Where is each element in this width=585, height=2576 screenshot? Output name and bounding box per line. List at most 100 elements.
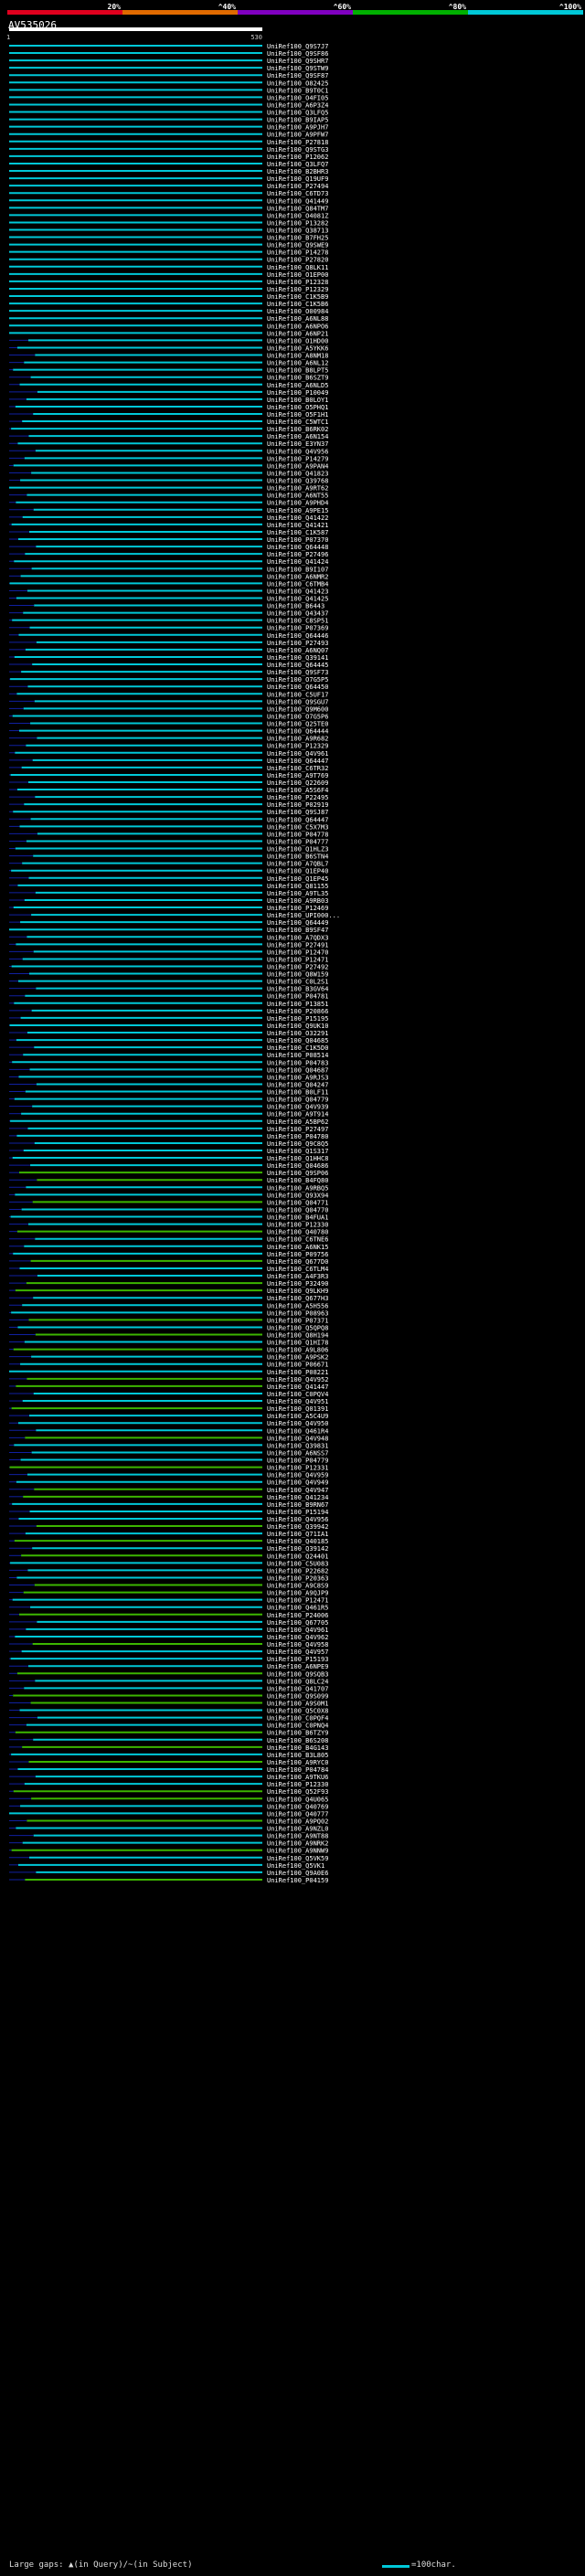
hit-label[interactable]: UniRef100_P04777	[267, 838, 328, 845]
hit-label[interactable]: UniRef100_Q4V947	[267, 1487, 328, 1494]
hit-label[interactable]: UniRef100_Q71IA1	[267, 1531, 328, 1538]
hit-label[interactable]: UniRef100_A6NPO6	[267, 323, 328, 330]
hit-label[interactable]: UniRef100_P27820	[267, 257, 328, 264]
hit-label[interactable]: UniRef100_Q40185	[267, 1538, 328, 1545]
hit-label[interactable]: UniRef100_P27818	[267, 139, 328, 146]
hit-label[interactable]: UniRef100_A9RT62	[267, 485, 328, 493]
hit-label[interactable]: UniRef100_A6NSS7	[267, 1449, 328, 1457]
hit-label[interactable]: UniRef100_C5U083	[267, 1560, 328, 1567]
hit-label[interactable]: UniRef100_A4F3R3	[267, 1273, 328, 1280]
hit-label[interactable]: UniRef100_O32291	[267, 1030, 328, 1037]
hit-label[interactable]: UniRef100_A9NRK2	[267, 1840, 328, 1848]
hit-label[interactable]: UniRef100_A9RJS3	[267, 1074, 328, 1081]
hit-label[interactable]: UniRef100_Q04686	[267, 1162, 328, 1170]
hit-label[interactable]: UniRef100_Q01391	[267, 1405, 328, 1413]
hit-label[interactable]: UniRef100_P32490	[267, 1280, 328, 1288]
hit-label[interactable]: UniRef100_P24006	[267, 1612, 328, 1619]
hit-label[interactable]: UniRef100_Q93X94	[267, 1192, 328, 1199]
hit-label[interactable]: UniRef100_A9T914	[267, 1111, 328, 1118]
hit-label[interactable]: UniRef100_B2BHR3	[267, 168, 328, 175]
hit-label[interactable]: UniRef100_P07369	[267, 625, 328, 632]
hit-label[interactable]: UniRef100_P04779	[267, 1458, 328, 1465]
hit-label[interactable]: UniRef100_C8SP51	[267, 618, 328, 625]
hit-label[interactable]: UniRef100_B3L805	[267, 1752, 328, 1759]
hit-label[interactable]: UniRef100_Q52F93	[267, 1788, 328, 1796]
hit-label[interactable]: UniRef100_Q677H3	[267, 1295, 328, 1302]
hit-label[interactable]: UniRef100_P27494	[267, 183, 328, 190]
hit-label[interactable]: UniRef100_Q9A0E6	[267, 1870, 328, 1877]
hit-label[interactable]: UniRef100_Q67705	[267, 1619, 328, 1627]
hit-label[interactable]: UniRef100_Q1EP40	[267, 868, 328, 875]
hit-label[interactable]: UniRef100_Q81155	[267, 883, 328, 890]
hit-label[interactable]: UniRef100_Q24401	[267, 1553, 328, 1560]
hit-label[interactable]: UniRef100_Q4V959	[267, 1472, 328, 1479]
hit-label[interactable]: UniRef100_P12330	[267, 1222, 328, 1229]
hit-label[interactable]: UniRef100_Q04247	[267, 1081, 328, 1088]
hit-label[interactable]: UniRef100_P04778	[267, 831, 328, 838]
hit-label[interactable]: UniRef100_Q1EP45	[267, 875, 328, 883]
hit-label[interactable]: UniRef100_A8NM18	[267, 353, 328, 360]
hit-label[interactable]: UniRef100_Q04779	[267, 1097, 328, 1104]
hit-label[interactable]: UniRef100_P12329	[267, 286, 328, 293]
hit-label[interactable]: UniRef100_C0PNQ4	[267, 1723, 328, 1730]
hit-label[interactable]: UniRef100_A9S0M1	[267, 1701, 328, 1708]
hit-label[interactable]: UniRef100_Q5VK1	[267, 1862, 324, 1870]
hit-label[interactable]: UniRef100_C1K5B6	[267, 301, 328, 308]
hit-label[interactable]: UniRef100_Q19UF9	[267, 175, 328, 183]
hit-label[interactable]: UniRef100_A9RYC0	[267, 1759, 328, 1766]
hit-label[interactable]: UniRef100_Q41234	[267, 1494, 328, 1501]
hit-label[interactable]: UniRef100_P12469	[267, 905, 328, 912]
hit-label[interactable]: UniRef100_A9TKU6	[267, 1774, 328, 1781]
hit-label[interactable]: UniRef100_Q3LFQ5	[267, 110, 328, 117]
hit-label[interactable]: UniRef100_O7G5P5	[267, 676, 328, 684]
hit-label[interactable]: UniRef100_Q04770	[267, 1206, 328, 1214]
hit-label[interactable]: UniRef100_Q4V956	[267, 448, 328, 455]
hit-label[interactable]: UniRef100_C6TMB4	[267, 580, 328, 588]
hit-label[interactable]: UniRef100_Q8LC24	[267, 1678, 328, 1685]
hit-label[interactable]: UniRef100_Q64446	[267, 632, 328, 640]
hit-label[interactable]: UniRef100_P13851	[267, 1001, 328, 1008]
hit-label[interactable]: UniRef100_P12062	[267, 154, 328, 161]
hit-label[interactable]: UniRef100_A6NLD5	[267, 382, 328, 389]
hit-label[interactable]: UniRef100_Q9SGU7	[267, 698, 328, 705]
hit-label[interactable]: UniRef100_P12329	[267, 743, 328, 750]
hit-label[interactable]: UniRef100_A9PAN4	[267, 462, 328, 470]
hit-label[interactable]: UniRef100_B6STN4	[267, 853, 328, 861]
hit-label[interactable]: UniRef100_Q39942	[267, 1523, 328, 1531]
hit-label[interactable]: UniRef100_Q8H194	[267, 1332, 328, 1340]
hit-label[interactable]: UniRef100_C6TLM4	[267, 1266, 328, 1273]
hit-label[interactable]: UniRef100_P04783	[267, 1059, 328, 1066]
hit-label[interactable]: UniRef100_Q38713	[267, 228, 328, 235]
hit-label[interactable]: UniRef100_A9PSK2	[267, 1354, 328, 1362]
hit-label[interactable]: UniRef100_A5C4U9	[267, 1413, 328, 1420]
hit-label[interactable]: UniRef100_B9IAP5	[267, 117, 328, 124]
hit-label[interactable]: UniRef100_Q9C8Q5	[267, 1140, 328, 1148]
hit-label[interactable]: UniRef100_A6NMR2	[267, 573, 328, 580]
hit-label[interactable]: UniRef100_O4FI05	[267, 94, 328, 101]
hit-label[interactable]: UniRef100_A6NQ07	[267, 647, 328, 654]
hit-label[interactable]: UniRef100_B0LOY1	[267, 397, 328, 404]
hit-label[interactable]: UniRef100_P12328	[267, 279, 328, 286]
hit-label[interactable]: UniRef100_Q9M600	[267, 705, 328, 713]
hit-label[interactable]: UniRef100_Q5C0X8	[267, 1708, 328, 1715]
hit-label[interactable]: UniRef100_Q40780	[267, 1229, 328, 1236]
hit-label[interactable]: UniRef100_P15195	[267, 1015, 328, 1023]
hit-label[interactable]: UniRef100_Q1HHC8	[267, 1155, 328, 1162]
hit-label[interactable]: UniRef100_P13282	[267, 219, 328, 227]
hit-label[interactable]: UniRef100_P02919	[267, 801, 328, 809]
hit-label[interactable]: UniRef100_Q677D0	[267, 1258, 328, 1266]
hit-label[interactable]: UniRef100_Q4V958	[267, 1641, 328, 1648]
hit-label[interactable]: UniRef100_Q41447	[267, 1383, 328, 1391]
hit-label[interactable]: UniRef100_Q461R4	[267, 1427, 328, 1435]
hit-label[interactable]: UniRef100_Q1S317	[267, 1148, 328, 1155]
hit-label[interactable]: UniRef100_Q461R5	[267, 1605, 328, 1612]
hit-label[interactable]: UniRef100_Q9SF86	[267, 50, 328, 58]
hit-label[interactable]: UniRef100_P12471	[267, 956, 328, 963]
hit-label[interactable]: UniRef100_Q9LKH9	[267, 1288, 328, 1295]
hit-label[interactable]: UniRef100_Q4V939	[267, 1104, 328, 1111]
hit-label[interactable]: UniRef100_B4FUA1	[267, 1214, 328, 1222]
hit-label[interactable]: UniRef100_A9TL35	[267, 890, 328, 897]
hit-label[interactable]: UniRef100_O4081Z	[267, 212, 328, 219]
hit-label[interactable]: UniRef100_O1HD00	[267, 337, 328, 345]
hit-label[interactable]: UniRef100_Q4V962	[267, 1634, 328, 1641]
